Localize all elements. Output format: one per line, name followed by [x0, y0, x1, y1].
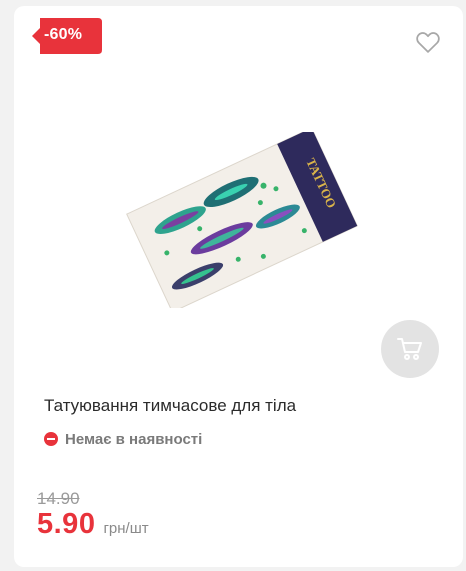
- product-image[interactable]: TATTOO: [126, 127, 358, 313]
- favorite-button[interactable]: [414, 28, 442, 56]
- discount-badge-label: -60%: [44, 26, 83, 43]
- price-unit: грн/шт: [103, 520, 149, 537]
- heart-icon[interactable]: [414, 28, 442, 56]
- cart-icon[interactable]: [397, 337, 423, 361]
- discount-badge: -60%: [32, 18, 102, 54]
- product-title[interactable]: Татуювання тимчасове для тіла: [44, 396, 296, 416]
- current-price: 5.90: [37, 508, 96, 540]
- price-row: 5.90 грн/шт: [37, 508, 149, 541]
- add-to-cart-button[interactable]: [381, 320, 439, 378]
- out-of-stock-icon: [44, 432, 58, 446]
- old-price: 14.90: [37, 489, 80, 508]
- stock-status: Немає в наявності: [44, 429, 202, 449]
- stock-status-label: Немає в наявності: [65, 430, 203, 448]
- tattoo-sheet-image: TATTOO: [126, 127, 358, 313]
